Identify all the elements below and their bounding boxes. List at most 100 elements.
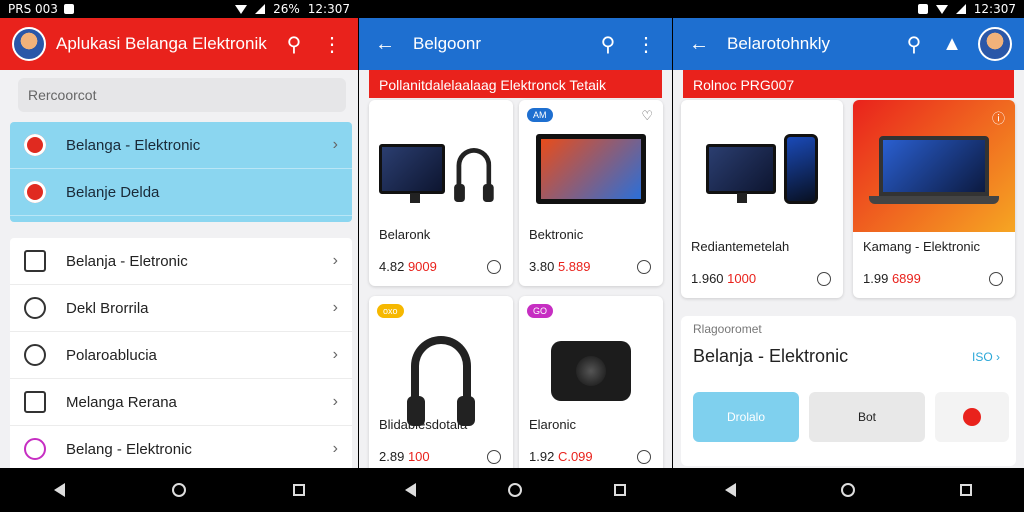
list-item[interactable]: Belang - Elektronic ›	[10, 426, 352, 473]
megaphone-icon[interactable]: ▲	[938, 30, 966, 58]
section-header: Rolnoc PRG007	[683, 70, 1014, 98]
dropdown-item-label: Belanje Delda	[66, 183, 160, 201]
list-item-label: Belanja - Eletronic	[66, 252, 188, 270]
product-card[interactable]: ⓘ Kamang - Elektronic 1.99 6899	[853, 100, 1015, 298]
chevron-right-icon: ›	[332, 136, 338, 153]
product-price: 2.89 100	[379, 449, 430, 464]
list-item-label: Belang - Elektronic	[66, 440, 192, 458]
app-title: Aplukasi Belanga Elektronik Terka	[56, 34, 270, 53]
more-vert-icon[interactable]: ⋮	[318, 30, 346, 58]
arrow-back-icon[interactable]: ←	[371, 30, 399, 58]
nav-bar	[359, 468, 672, 512]
chevron-right-icon: ›	[332, 346, 338, 363]
category-icon	[24, 181, 46, 203]
chevron-right-icon: ›	[332, 393, 338, 410]
product-card[interactable]: oxo Blidablesdotala 2.89 100	[369, 296, 513, 476]
list-item-label: Dekl Brorrila	[66, 299, 149, 317]
search-icon[interactable]: ⚲	[280, 30, 308, 58]
list-item-label: Polaroablucia	[66, 346, 157, 364]
info-panel: Rlagooromet Belanja - Elektronic ISO › D…	[681, 316, 1016, 466]
price-highlight: 1000	[727, 271, 757, 286]
screen-products: ← Belgoonr ⚲ ⋮ Pollanitdalelaalaag Elekt…	[359, 0, 672, 512]
app-bar: ← Belarotohnkly ⚲ ▲	[673, 18, 1024, 70]
chevron-right-icon: ›	[332, 252, 338, 269]
category-icon	[24, 134, 46, 156]
laptop-icon	[24, 391, 46, 413]
product-card[interactable]: Rediantemetelah 1.960 1000	[681, 100, 843, 298]
price-highlight: 9009	[407, 259, 437, 274]
back-icon[interactable]	[405, 483, 416, 497]
list-item[interactable]: Melanga Rerana ›	[10, 379, 352, 426]
wifi-icon	[235, 4, 248, 14]
chevron-right-icon: ›	[332, 299, 338, 316]
monitor-icon	[706, 144, 776, 203]
price-value: 4.82	[379, 259, 405, 274]
list-item[interactable]: Dekl Brorrila ›	[10, 285, 352, 332]
search-input[interactable]: Rercoorcot	[18, 78, 346, 112]
panel-subtitle: Rlagooromet	[693, 322, 762, 336]
chip-button[interactable]: Drolalo	[693, 392, 799, 442]
product-name: Kamang - Elektronic	[863, 239, 981, 254]
add-to-cart-icon[interactable]	[989, 272, 1003, 286]
product-name: Belaronk	[379, 227, 431, 242]
add-to-cart-icon[interactable]	[487, 260, 501, 274]
product-price: 1.99 6899	[863, 271, 921, 286]
home-icon[interactable]	[508, 483, 522, 497]
recents-icon[interactable]	[614, 484, 626, 496]
list-item[interactable]: Polaroablucia ›	[10, 332, 352, 379]
product-image	[379, 316, 503, 426]
product-price: 1.960 1000	[691, 271, 756, 286]
product-image	[529, 316, 653, 426]
battery-text: 26%	[273, 2, 300, 16]
section-header: Pollanitdalelaalaag Elektronck Tetaik	[369, 70, 662, 98]
monitor-icon	[379, 144, 446, 203]
product-name: Bektronic	[529, 227, 584, 242]
back-icon[interactable]	[53, 483, 65, 497]
wifi-icon	[935, 4, 948, 14]
product-image	[529, 114, 653, 224]
status-bar	[359, 0, 672, 18]
add-to-cart-icon[interactable]	[637, 450, 651, 464]
avatar[interactable]	[978, 27, 1012, 61]
add-to-cart-icon[interactable]	[817, 272, 831, 286]
target-icon	[24, 438, 46, 460]
search-icon[interactable]: ⚲	[900, 30, 928, 58]
status-bar: 12:307	[673, 0, 1024, 18]
recents-icon[interactable]	[292, 484, 305, 496]
home-icon[interactable]	[171, 483, 186, 497]
list-item[interactable]: Belanja - Eletronic ›	[10, 238, 352, 285]
nav-bar	[0, 468, 358, 512]
screen-detail: 12:307 ← Belarotohnkly ⚲ ▲ Rolnoc PRG007…	[673, 0, 1024, 512]
see-all-link[interactable]: ISO ›	[972, 350, 1000, 364]
add-to-cart-icon[interactable]	[487, 450, 501, 464]
back-icon[interactable]	[725, 483, 737, 497]
product-image	[691, 114, 833, 224]
price-value: 1.92	[529, 449, 555, 464]
product-name: Rediantemetelah	[691, 239, 790, 254]
dropdown-item[interactable]: Belanga - Elektronic ›	[10, 122, 352, 169]
more-vert-icon[interactable]: ⋮	[632, 30, 660, 58]
product-card[interactable]: AM ♡ Bektronic 3.80 5.889	[519, 100, 663, 286]
chip-button[interactable]: Bot	[809, 392, 925, 442]
product-card[interactable]: Belaronk 4.82 9009	[369, 100, 513, 286]
search-icon[interactable]: ⚲	[594, 30, 622, 58]
product-price: 4.82 9009	[379, 259, 437, 274]
price-value: 2.89	[379, 449, 405, 464]
avatar[interactable]	[12, 27, 46, 61]
recents-icon[interactable]	[959, 484, 972, 496]
signal-icon	[955, 4, 966, 14]
screen-home: PRS 003 26% 12:307 Aplukasi Belanga Elekt…	[0, 0, 358, 512]
list-item-label: Melanga Rerana	[66, 393, 177, 411]
dropdown-item[interactable]: Belanje Delda	[10, 169, 352, 216]
dropdown-item-label: Belanga - Elektronic	[66, 136, 201, 154]
price-value: 1.99	[863, 271, 889, 286]
add-to-cart-icon[interactable]	[637, 260, 651, 274]
chip-button[interactable]	[935, 392, 1009, 442]
info-icon[interactable]: ⓘ	[992, 108, 1005, 127]
home-icon[interactable]	[840, 483, 855, 497]
nav-bar	[673, 468, 1024, 512]
tv-icon	[536, 134, 646, 204]
product-card[interactable]: GO Elaronic 1.92 C.099	[519, 296, 663, 476]
arrow-back-icon[interactable]: ←	[685, 30, 713, 58]
laptop-icon	[869, 136, 999, 204]
